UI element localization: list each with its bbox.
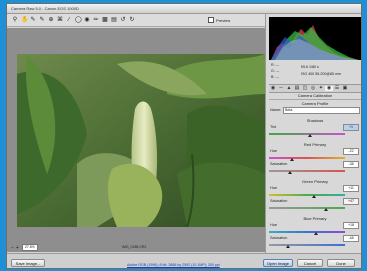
section-title: Camera Calibration xyxy=(297,93,333,98)
preview-toggle[interactable]: Preview xyxy=(208,17,230,23)
red-hue-row: Hue -22 xyxy=(269,148,361,156)
bottom-bar: Save Image... Adobe RGB (1998); 8 bit; 3… xyxy=(7,253,361,268)
profile-row: Name: Beta xyxy=(269,107,361,115)
zoom-in-icon[interactable]: + xyxy=(16,245,19,251)
histogram xyxy=(269,17,361,60)
blue-hue-slider[interactable] xyxy=(269,231,345,233)
window-titlebar: Camera Raw 5.0 - Canon EOS 1000D xyxy=(7,4,361,14)
done-button[interactable]: Done xyxy=(327,259,355,267)
green-sat-label: Saturation xyxy=(270,199,288,203)
targeted-adjustment-icon[interactable]: ⊕ xyxy=(48,17,54,23)
camera-profile-title: Camera Profile xyxy=(301,101,329,106)
tab-split-toning-icon[interactable]: ◫ xyxy=(301,86,309,91)
green-primary-title: Green Primary xyxy=(301,179,328,184)
blue-sat-slider[interactable] xyxy=(269,244,345,246)
green-sat-handle[interactable] xyxy=(324,208,328,211)
readout-g: G: --- xyxy=(271,69,280,73)
camera-readout: R: --- G: --- B: --- f/5.6 1/80 s ISO 40… xyxy=(269,61,361,83)
color-sampler-tool-icon[interactable]: ✎ xyxy=(39,17,45,23)
tab-lens-icon[interactable]: ◎ xyxy=(309,86,317,91)
tab-snapshots-icon[interactable]: ▣ xyxy=(341,86,349,91)
blue-hue-value[interactable]: +18 xyxy=(343,222,359,229)
exposure-info: f/5.6 1/80 s xyxy=(301,65,319,69)
tab-hsl-icon[interactable]: ▤ xyxy=(293,86,301,91)
open-image-button[interactable]: Open Image xyxy=(263,259,293,267)
tab-basic-icon[interactable]: ◉ xyxy=(269,86,277,91)
preview-label: Preview xyxy=(216,17,231,23)
blue-hue-handle[interactable] xyxy=(314,232,318,235)
readout-r: R: --- xyxy=(271,63,280,67)
rotate-right-icon[interactable]: ↻ xyxy=(129,17,135,23)
green-sat-value[interactable]: +47 xyxy=(343,198,359,205)
green-hue-handle[interactable] xyxy=(312,195,316,198)
save-image-button[interactable]: Save Image... xyxy=(11,259,45,267)
tab-presets-icon[interactable]: ☰ xyxy=(333,86,341,91)
straighten-tool-icon[interactable]: ∕ xyxy=(66,17,72,23)
tab-tone-curve-icon[interactable]: ∽ xyxy=(277,86,285,91)
blue-primary-title: Blue Primary xyxy=(303,216,327,221)
preferences-icon[interactable]: ▤ xyxy=(111,17,117,23)
readout-b: B: --- xyxy=(271,75,279,79)
shadows-tint-value[interactable]: +1 xyxy=(343,124,359,131)
red-sat-label: Saturation xyxy=(270,162,288,166)
preview-image[interactable] xyxy=(17,54,265,227)
filename-label: IMG_0185.CR2 xyxy=(122,245,147,249)
red-hue-label: Hue xyxy=(270,149,277,153)
iso-info: ISO 400 55-200@85 mm xyxy=(301,72,342,76)
rotate-left-icon[interactable]: ↺ xyxy=(120,17,126,23)
red-sat-value[interactable]: -38 xyxy=(343,161,359,168)
crop-tool-icon[interactable]: ⌘ xyxy=(57,17,63,23)
blue-sat-value[interactable]: -48 xyxy=(343,235,359,242)
red-hue-handle[interactable] xyxy=(290,158,294,161)
adjustment-panel: R: --- G: --- B: --- f/5.6 1/80 s ISO 40… xyxy=(265,14,361,253)
green-sat-row: Saturation +47 xyxy=(269,198,361,206)
green-sat-slider[interactable] xyxy=(269,207,345,209)
red-sat-handle[interactable] xyxy=(288,171,292,174)
workflow-options-link[interactable]: Adobe RGB (1998); 8 bit; 3888 by 2592 (1… xyxy=(127,263,220,267)
red-hue-value[interactable]: -22 xyxy=(343,148,359,155)
green-hue-label: Hue xyxy=(270,186,277,190)
profile-name-label: Name: xyxy=(270,108,282,112)
zoom-level-select[interactable]: 27.6% xyxy=(21,244,38,251)
blue-sat-row: Saturation -48 xyxy=(269,235,361,243)
green-hue-row: Hue +11 xyxy=(269,185,361,193)
blue-sat-handle[interactable] xyxy=(286,245,290,248)
red-eye-icon[interactable]: ◉ xyxy=(84,17,90,23)
shadows-title: Shadows xyxy=(306,118,324,123)
divider xyxy=(269,99,361,100)
window-title: Camera Raw 5.0 - Canon EOS 1000D xyxy=(11,6,79,11)
shadows-tint-handle[interactable] xyxy=(308,134,312,137)
profile-name-select[interactable]: Beta xyxy=(283,107,360,114)
blue-hue-row: Hue +18 xyxy=(269,222,361,230)
zoom-out-icon[interactable]: − xyxy=(11,245,14,251)
red-sat-slider[interactable] xyxy=(269,170,345,172)
zoom-tool-icon[interactable]: ⚲ xyxy=(12,17,18,23)
white-balance-tool-icon[interactable]: ✎ xyxy=(30,17,36,23)
preview-checkbox[interactable] xyxy=(208,17,214,23)
green-hue-value[interactable]: +11 xyxy=(343,185,359,192)
blue-hue-label: Hue xyxy=(270,223,277,227)
green-hue-slider[interactable] xyxy=(269,194,345,196)
panel-tabs: ◉ ∽ ▲ ▤ ◫ ◎ ✦ ◉ ☰ ▣ xyxy=(269,84,361,93)
red-sat-row: Saturation -38 xyxy=(269,161,361,169)
shadows-tint-row: Tint +1 xyxy=(269,124,361,132)
red-hue-slider[interactable] xyxy=(269,157,345,159)
camera-raw-window: Camera Raw 5.0 - Canon EOS 1000D ⚲ ✋ ✎ ✎… xyxy=(6,3,362,269)
shadows-tint-label: Tint xyxy=(270,125,277,129)
hand-tool-icon[interactable]: ✋ xyxy=(21,17,28,23)
red-primary-title: Red Primary xyxy=(303,142,327,147)
tab-effects-icon[interactable]: ✦ xyxy=(317,86,325,91)
graduated-filter-icon[interactable]: ▩ xyxy=(102,17,108,23)
adjustment-brush-icon[interactable]: ✏ xyxy=(93,17,99,23)
tab-camera-calibration-icon[interactable]: ◉ xyxy=(325,86,333,91)
tab-detail-icon[interactable]: ▲ xyxy=(285,86,293,91)
blue-sat-label: Saturation xyxy=(270,236,288,240)
cancel-button[interactable]: Cancel xyxy=(297,259,323,267)
shadows-tint-slider[interactable] xyxy=(269,133,345,135)
spot-removal-icon[interactable]: ◯ xyxy=(75,17,82,23)
